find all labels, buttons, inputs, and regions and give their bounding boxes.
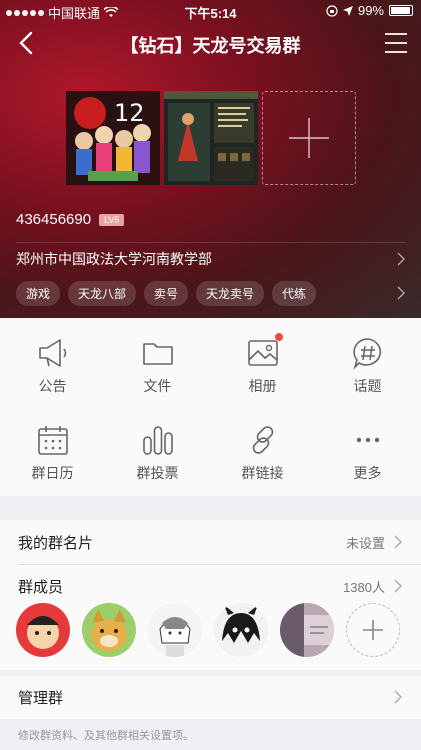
- members-row[interactable]: 群成员 1380人: [0, 566, 421, 606]
- feature-grid: 公告 文件 相册 话题 群日历 群投票 群链接 更多: [0, 318, 421, 496]
- group-tag: 天龙八部: [68, 280, 137, 306]
- avatar[interactable]: [148, 603, 202, 657]
- feature-label: 相册: [248, 378, 277, 394]
- feature-announcement[interactable]: 公告: [0, 318, 105, 404]
- group-tag: 卖号: [144, 280, 189, 306]
- feature-calendar[interactable]: 群日历: [0, 405, 105, 491]
- feature-label: 文件: [143, 378, 172, 394]
- group-photo-1[interactable]: 12: [66, 91, 160, 185]
- status-bar: 中国联通 下午5:14 99%: [0, 0, 421, 22]
- divider: [18, 564, 421, 565]
- chevron-right-icon: [397, 286, 405, 300]
- album-icon-wrap: [246, 333, 283, 370]
- admin-note: 修改群资料、及其他群相关设置项。: [18, 730, 194, 742]
- topic-icon: [352, 338, 381, 370]
- group-location: 郑州市中国政法大学河南教学部: [16, 250, 212, 267]
- feature-label: 更多: [353, 465, 382, 481]
- calendar-icon: [37, 426, 68, 455]
- my-card-label: 我的群名片: [18, 534, 94, 552]
- feature-label: 话题: [353, 378, 382, 394]
- group-photos: 12: [66, 91, 356, 185]
- chevron-right-icon: [394, 579, 402, 593]
- add-photo-button[interactable]: [262, 91, 356, 185]
- nav-bar: 【钻石】天龙号交易群: [0, 26, 421, 60]
- battery-icon: [389, 5, 413, 16]
- album-icon: [247, 340, 278, 366]
- more-icon: [356, 437, 379, 443]
- chevron-right-icon: [397, 252, 405, 265]
- avatar[interactable]: [280, 603, 334, 657]
- group-tags-row[interactable]: 游戏 天龙八部 卖号 天龙卖号 代练: [16, 280, 406, 306]
- group-tag: 代练: [272, 280, 317, 306]
- folder-icon: [142, 343, 173, 365]
- avatar[interactable]: [16, 603, 70, 657]
- member-avatars: [16, 603, 400, 657]
- level-badge: LV5: [99, 213, 125, 226]
- battery-percent: 99%: [357, 3, 384, 18]
- notification-dot: [274, 333, 283, 341]
- group-location-row[interactable]: 郑州市中国政法大学河南教学部: [16, 242, 406, 270]
- group-photo-2[interactable]: [164, 91, 258, 185]
- chevron-right-icon: [394, 535, 402, 549]
- feature-link[interactable]: 群链接: [210, 405, 315, 491]
- group-header: 中国联通 下午5:14 99% 【钻石】天龙号交易群 12 436456690 …: [0, 0, 421, 318]
- feature-more[interactable]: 更多: [315, 405, 420, 491]
- members-count: 1380人: [343, 579, 385, 595]
- feature-label: 群日历: [31, 465, 74, 481]
- group-tag: 游戏: [16, 280, 61, 306]
- link-icon: [252, 426, 273, 454]
- location-icon: [342, 5, 353, 16]
- page-title: 【钻石】天龙号交易群: [120, 36, 301, 56]
- admin-row[interactable]: 管理群: [0, 677, 421, 717]
- avatar[interactable]: [82, 603, 136, 657]
- menu-icon[interactable]: [383, 30, 409, 56]
- plus-icon: [289, 118, 329, 158]
- group-id-row: 436456690 LV5: [16, 211, 125, 228]
- my-card-row[interactable]: 我的群名片 未设置: [0, 522, 421, 562]
- feature-label: 群投票: [136, 465, 179, 481]
- group-number: 436456690: [16, 211, 92, 228]
- add-member-button[interactable]: [346, 603, 400, 657]
- feature-label: 公告: [38, 378, 67, 394]
- feature-vote[interactable]: 群投票: [105, 405, 210, 491]
- vote-icon: [142, 426, 173, 455]
- feature-files[interactable]: 文件: [105, 318, 210, 404]
- admin-label: 管理群: [18, 689, 64, 707]
- megaphone-icon: [38, 339, 66, 367]
- feature-topics[interactable]: 话题: [315, 318, 420, 404]
- group-tag: 天龙卖号: [196, 280, 265, 306]
- members-label: 群成员: [18, 578, 64, 596]
- my-card-value: 未设置: [345, 535, 385, 551]
- svg-text:12: 12: [114, 99, 145, 127]
- feature-label: 群链接: [241, 465, 284, 481]
- admin-section: 管理群: [0, 676, 421, 719]
- avatar[interactable]: [214, 603, 268, 657]
- plus-icon: [363, 620, 383, 640]
- feature-album[interactable]: 相册: [210, 318, 315, 404]
- chevron-right-icon: [394, 690, 402, 704]
- lock-rotation-icon: [326, 4, 338, 17]
